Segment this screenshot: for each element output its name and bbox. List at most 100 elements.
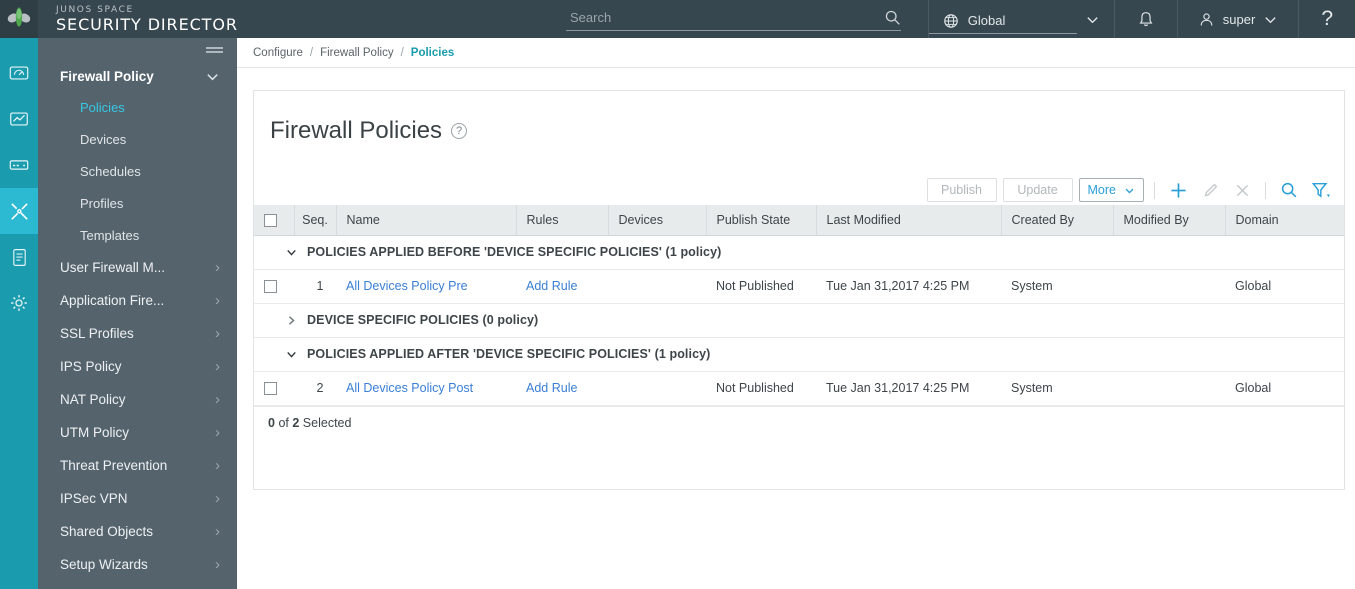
- table-row[interactable]: 2 All Devices Policy Post Add Rule Not P…: [254, 371, 1344, 406]
- chevron-right-icon: ›: [215, 358, 220, 375]
- sidebar-item-label: UTM Policy: [60, 425, 130, 440]
- cell-rules: Add Rule: [516, 371, 608, 406]
- rail-item-dashboard[interactable]: [0, 50, 38, 96]
- table-search-button[interactable]: [1276, 177, 1302, 203]
- sidebar-item-ipsec-vpn[interactable]: IPSec VPN ›: [38, 482, 237, 515]
- sidebar-item-devices[interactable]: Devices: [38, 123, 237, 155]
- breadcrumb-item-configure[interactable]: Configure: [253, 47, 303, 59]
- sidebar-item-shared-objects[interactable]: Shared Objects ›: [38, 515, 237, 548]
- add-rule-link[interactable]: Add Rule: [526, 279, 577, 293]
- hamburger-icon: [206, 47, 223, 55]
- chevron-down-icon[interactable]: [286, 349, 297, 360]
- column-header-seq[interactable]: Seq.: [294, 205, 337, 236]
- more-dropdown-button[interactable]: More: [1078, 178, 1144, 202]
- delete-icon: [1236, 184, 1248, 196]
- sidebar-item-profiles[interactable]: Profiles: [38, 187, 237, 219]
- row-checkbox[interactable]: [264, 280, 277, 294]
- sidebar-item-threat-prevention[interactable]: Threat Prevention ›: [38, 449, 237, 482]
- sidebar-item-nat-policy[interactable]: NAT Policy ›: [38, 383, 237, 416]
- card-icon: [9, 160, 29, 170]
- policies-table: Seq. Name Rules Devices Publish State La…: [254, 205, 1344, 406]
- delete-policy-button[interactable]: [1229, 177, 1255, 203]
- filter-button[interactable]: [1308, 177, 1334, 203]
- rail-item-reports[interactable]: [0, 234, 38, 280]
- policy-name-link[interactable]: All Devices Policy Post: [346, 381, 473, 395]
- juniper-logo[interactable]: [0, 0, 38, 38]
- cell-publish-state: Not Published: [706, 269, 816, 304]
- column-header-modified-by[interactable]: Modified By: [1113, 205, 1226, 236]
- sidebar-group-firewall-policy[interactable]: Firewall Policy: [38, 61, 237, 91]
- sidebar-item-label: NAT Policy: [60, 392, 126, 407]
- sidebar-item-label: Application Fire...: [60, 293, 165, 308]
- secondary-sidebar: Firewall Policy Policies Devices Schedul…: [38, 38, 237, 589]
- document-icon: [12, 248, 26, 266]
- breadcrumb-separator: /: [400, 46, 404, 59]
- sidebar-group-label: Firewall Policy: [60, 68, 154, 84]
- global-search[interactable]: [566, 5, 901, 31]
- chevron-right-icon: ›: [215, 490, 220, 507]
- breadcrumb-separator: /: [309, 46, 314, 59]
- edit-policy-button[interactable]: [1197, 177, 1223, 203]
- chart-icon: [10, 112, 28, 126]
- selection-status: 0 of 2 Selected: [254, 405, 1344, 439]
- table-group-row[interactable]: POLICIES APPLIED BEFORE 'DEVICE SPECIFIC…: [254, 235, 1344, 270]
- user-menu[interactable]: super: [1178, 0, 1299, 38]
- selection-count-total: 2: [292, 415, 300, 430]
- column-header-devices[interactable]: Devices: [608, 205, 707, 236]
- sidebar-item-label: Templates: [80, 227, 140, 243]
- sidebar-item-application-firewall[interactable]: Application Fire... ›: [38, 284, 237, 317]
- sidebar-item-label: Schedules: [80, 163, 141, 179]
- column-header-rules[interactable]: Rules: [516, 205, 609, 236]
- cell-domain: Global: [1225, 269, 1344, 304]
- notifications-button[interactable]: [1115, 0, 1177, 38]
- add-rule-link[interactable]: Add Rule: [526, 381, 577, 395]
- table-group-label: DEVICE SPECIFIC POLICIES (0 policy): [307, 313, 539, 327]
- update-button[interactable]: Update: [1002, 178, 1073, 202]
- table-group-row[interactable]: DEVICE SPECIFIC POLICIES (0 policy): [254, 303, 1344, 338]
- sidebar-item-ips-policy[interactable]: IPS Policy ›: [38, 350, 237, 383]
- rail-item-administration[interactable]: [0, 280, 38, 326]
- select-all-checkbox[interactable]: [264, 213, 277, 227]
- table-group-row[interactable]: POLICIES APPLIED AFTER 'DEVICE SPECIFIC …: [254, 337, 1344, 372]
- column-header-created-by[interactable]: Created By: [1001, 205, 1114, 236]
- help-button[interactable]: ?: [1299, 0, 1355, 38]
- column-header-domain[interactable]: Domain: [1225, 205, 1344, 236]
- rail-item-configure[interactable]: [0, 188, 38, 234]
- column-header-name[interactable]: Name: [336, 205, 517, 236]
- chevron-down-icon[interactable]: [1085, 12, 1100, 27]
- rail-item-devices[interactable]: [0, 142, 38, 188]
- column-header-last-modified[interactable]: Last Modified: [816, 205, 1002, 236]
- breadcrumb-item-firewall-policy[interactable]: Firewall Policy: [320, 47, 394, 59]
- cell-publish-state: Not Published: [706, 371, 816, 406]
- sidebar-item-setup-wizards[interactable]: Setup Wizards ›: [38, 548, 237, 581]
- search-input[interactable]: [566, 10, 884, 25]
- chevron-down-icon[interactable]: [286, 247, 297, 258]
- cell-created-by: System: [1001, 269, 1113, 304]
- sidebar-item-utm-policy[interactable]: UTM Policy ›: [38, 416, 237, 449]
- chevron-right-icon: ›: [215, 325, 220, 342]
- row-checkbox[interactable]: [264, 382, 277, 396]
- table-header-row: Seq. Name Rules Devices Publish State La…: [254, 205, 1344, 236]
- rail-item-monitor[interactable]: [0, 96, 38, 142]
- table-row[interactable]: 1 All Devices Policy Pre Add Rule Not Pu…: [254, 269, 1344, 304]
- sidebar-item-policies[interactable]: Policies: [38, 91, 237, 123]
- search-icon[interactable]: [884, 9, 901, 26]
- column-header-publish-state[interactable]: Publish State: [706, 205, 817, 236]
- help-icon[interactable]: ?: [451, 123, 468, 139]
- chevron-down-icon[interactable]: [1263, 12, 1278, 27]
- publish-button[interactable]: Publish: [926, 178, 997, 202]
- sidebar-item-ssl-profiles[interactable]: SSL Profiles ›: [38, 317, 237, 350]
- domain-selector[interactable]: Global: [928, 0, 1114, 38]
- policy-name-link[interactable]: All Devices Policy Pre: [346, 279, 468, 293]
- chevron-right-icon: ›: [215, 457, 220, 474]
- sidebar-item-user-firewall-management[interactable]: User Firewall M... ›: [38, 251, 237, 284]
- chevron-right-icon[interactable]: [286, 315, 297, 326]
- breadcrumb-item-policies: Policies: [410, 46, 455, 59]
- sidebar-collapse-button[interactable]: [38, 38, 237, 61]
- brand-product-name: SECURITY DIRECTOR: [56, 14, 238, 34]
- sidebar-item-schedules[interactable]: Schedules: [38, 155, 237, 187]
- sidebar-item-templates[interactable]: Templates: [38, 219, 237, 251]
- add-policy-button[interactable]: [1165, 177, 1191, 203]
- cell-last-modified: Tue Jan 31,2017 4:25 PM: [816, 269, 1001, 304]
- cell-devices: [608, 269, 706, 304]
